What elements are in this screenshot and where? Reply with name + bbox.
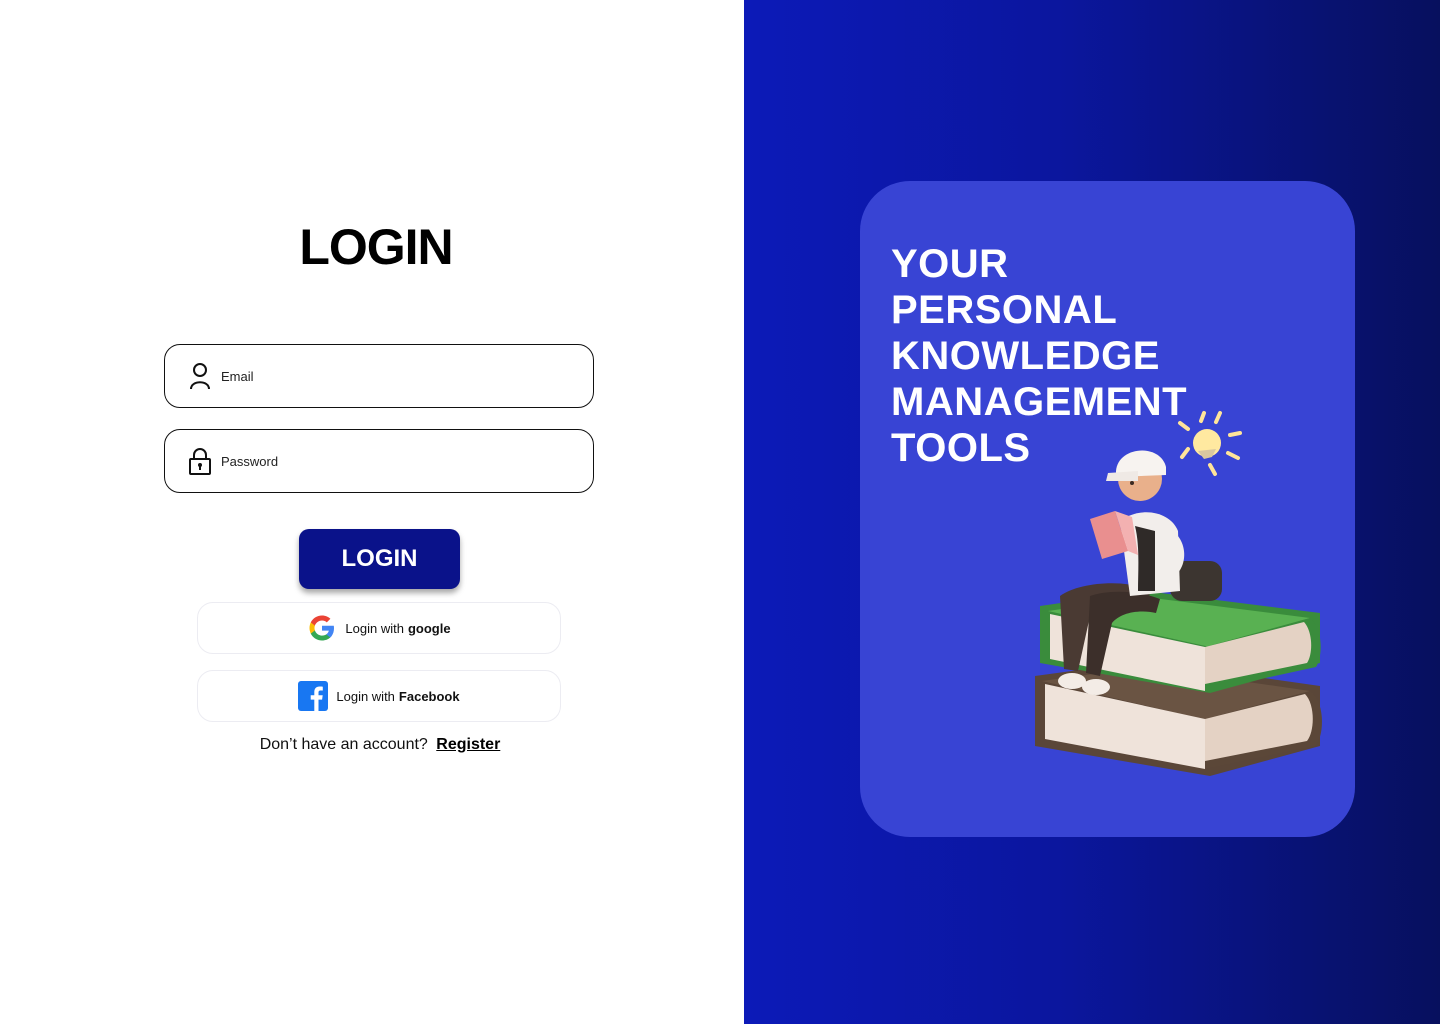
google-login-brand: google (407, 620, 451, 636)
google-login-prefix: Login with (345, 620, 404, 636)
promo-card: YOUR PERSONAL KNOWLEDGE MANAGEMENT TOOLS (860, 181, 1355, 837)
register-row: Don’t have an account? Register (0, 736, 760, 754)
facebook-icon (298, 681, 329, 711)
headline-line: YOUR (891, 242, 1009, 286)
headline-line: KNOWLEDGE (891, 334, 1160, 378)
login-panel: LOGIN LOGIN (0, 0, 744, 1024)
register-prompt: Don’t have an account? (259, 736, 428, 753)
lightbulb-icon (1178, 411, 1242, 476)
login-button[interactable]: LOGIN (299, 529, 460, 589)
facebook-login-brand: Facebook (398, 688, 460, 704)
password-field[interactable] (164, 429, 594, 493)
google-login-button[interactable]: Login with google (197, 602, 561, 654)
register-link[interactable]: Register (436, 736, 500, 753)
page-title: LOGIN (299, 219, 453, 275)
facebook-login-prefix: Login with (336, 688, 395, 704)
user-icon (187, 361, 213, 391)
headline-line: PERSONAL (891, 288, 1118, 332)
password-input[interactable] (221, 453, 551, 469)
reading-person-illustration (1035, 411, 1322, 776)
google-icon (307, 613, 337, 643)
lock-icon (187, 446, 213, 476)
facebook-login-button[interactable]: Login with Facebook (197, 670, 561, 722)
email-input[interactable] (221, 368, 551, 384)
email-field[interactable] (164, 344, 594, 408)
